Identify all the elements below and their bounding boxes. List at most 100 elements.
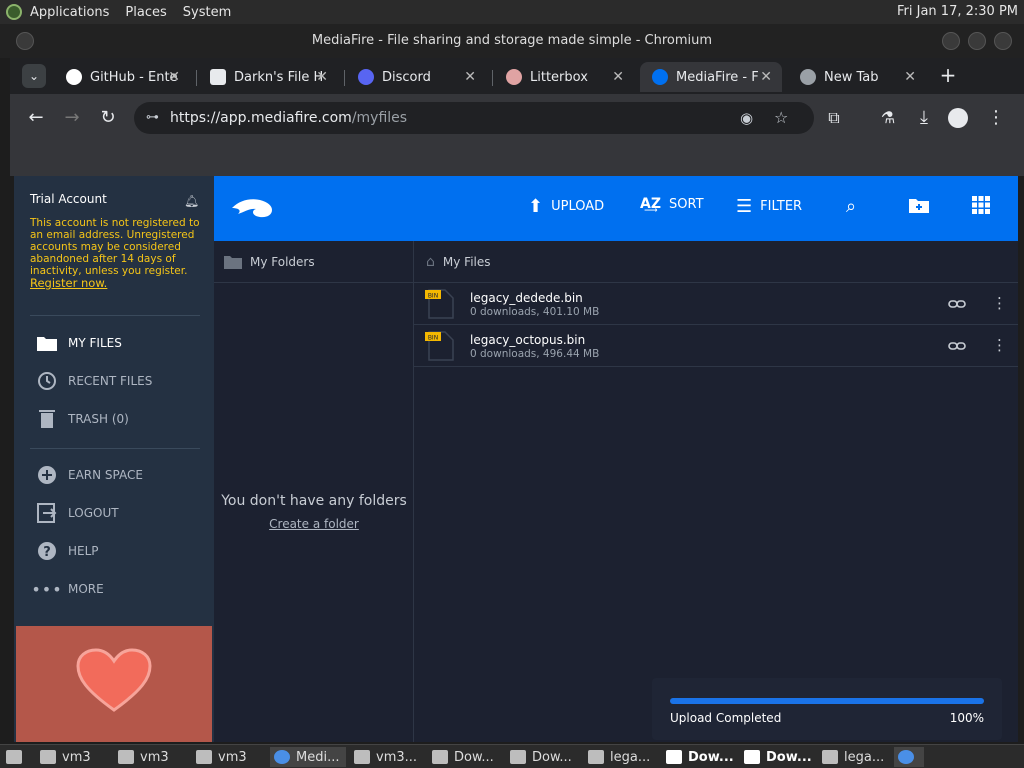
tab-github[interactable]: GitHub - Ente ✕ <box>54 62 190 92</box>
tab-search-chevron-icon[interactable]: ⌄ <box>22 64 46 88</box>
svg-text:BIN: BIN <box>428 335 438 342</box>
bell-icon[interactable]: 🔔︎ <box>184 194 199 208</box>
mediafire-logo-icon[interactable] <box>230 194 274 222</box>
download-box-icon <box>210 69 226 85</box>
litterbox-icon <box>506 69 522 85</box>
close-icon[interactable]: ✕ <box>168 69 180 85</box>
new-tab-plus-icon[interactable]: + <box>936 63 960 87</box>
nav-my-files[interactable]: MY FILES <box>36 332 122 354</box>
nav-more[interactable]: ••• MORE <box>31 578 103 600</box>
taskbar-chromium-icon[interactable] <box>894 747 924 767</box>
kebab-menu-icon[interactable]: ⋮ <box>992 336 1007 354</box>
file-name[interactable]: legacy_dedede.bin <box>470 291 583 305</box>
file-row[interactable]: BIN legacy_octopus.bin 0 downloads, 496.… <box>414 325 1018 367</box>
address-bar[interactable]: ⊶ https://app.mediafire.com/myfiles ◉ ☆ <box>134 102 814 134</box>
create-folder-link[interactable]: Create a folder <box>214 517 414 531</box>
taskbar-item[interactable]: vm3 <box>192 747 264 767</box>
tab-mediafire[interactable]: MediaFire - F ✕ <box>640 62 782 92</box>
folders-panel: My Folders You don't have any folders Cr… <box>214 241 414 742</box>
close-icon[interactable]: ✕ <box>612 69 624 85</box>
nav-earn-space[interactable]: EARN SPACE <box>36 464 143 486</box>
chromium-icon <box>274 750 290 764</box>
mediafire-page: Trial Account 🔔︎ This account is not reg… <box>14 176 1018 742</box>
system-menu[interactable]: System <box>183 5 231 20</box>
extensions-puzzle-icon[interactable]: ⧉ <box>822 106 846 130</box>
grid-view-icon[interactable] <box>972 196 990 214</box>
forward-arrow-icon[interactable]: → <box>60 106 84 130</box>
nav-recent-files[interactable]: RECENT FILES <box>36 370 152 392</box>
tab-litterbox[interactable]: Litterbox ✕ <box>494 62 634 92</box>
upload-status-panel[interactable]: Upload Completed 100% <box>652 678 1002 740</box>
close-window-icon[interactable] <box>994 32 1012 50</box>
taskbar-item[interactable]: vm3... <box>350 747 422 767</box>
taskbar-item[interactable]: Dow... <box>662 747 734 767</box>
new-folder-icon[interactable] <box>908 196 930 214</box>
close-icon[interactable]: ✕ <box>760 69 772 85</box>
eye-off-icon[interactable]: ◉ <box>740 102 753 134</box>
site-info-icon[interactable]: ⊶ <box>146 102 159 134</box>
close-icon[interactable]: ✕ <box>904 69 916 85</box>
mediafire-header: ⬆︎ UPLOAD A͢Z SORT ☰ FILTER ⌕ <box>214 176 1018 241</box>
link-icon[interactable] <box>948 295 966 313</box>
upload-status-label: Upload Completed <box>670 711 782 725</box>
window-title: MediaFire - File sharing and storage mad… <box>311 33 713 48</box>
files-header: ⌂ My Files <box>414 241 1018 283</box>
help-icon: ? <box>36 540 58 562</box>
window-menu-icon[interactable] <box>16 32 34 50</box>
nav-trash[interactable]: TRASH (0) <box>36 408 129 430</box>
discord-icon <box>358 69 374 85</box>
folder-icon <box>224 255 242 269</box>
file-meta: 0 downloads, 496.44 MB <box>470 348 600 360</box>
reload-icon[interactable]: ↻ <box>96 106 120 130</box>
kebab-menu-icon[interactable]: ⋮ <box>984 106 1008 130</box>
logout-icon <box>36 502 58 524</box>
github-icon <box>66 69 82 85</box>
promo-heart-banner[interactable] <box>16 626 212 742</box>
tab-darkn-file-host[interactable]: Darkn's File H ✕ <box>198 62 338 92</box>
taskbar-item[interactable]: lega... <box>584 747 656 767</box>
upload-button[interactable]: ⬆︎ UPLOAD <box>528 196 604 217</box>
labs-flask-icon[interactable]: ⚗ <box>876 106 900 130</box>
home-icon[interactable]: ⌂ <box>426 254 435 270</box>
places-menu[interactable]: Places <box>125 5 166 20</box>
profile-avatar-icon[interactable] <box>948 108 968 128</box>
tab-discord[interactable]: Discord ✕ <box>346 62 486 92</box>
taskbar-item[interactable]: Dow... <box>428 747 500 767</box>
applications-menu[interactable]: Applications <box>30 5 109 20</box>
clock[interactable]: Fri Jan 17, 2:30 PM <box>897 4 1018 19</box>
bookmark-star-icon[interactable]: ☆ <box>774 102 788 134</box>
unregistered-warning: This account is not registered to an ema… <box>30 217 200 290</box>
close-icon[interactable]: ✕ <box>316 69 328 85</box>
file-name[interactable]: legacy_octopus.bin <box>470 333 585 347</box>
back-arrow-icon[interactable]: ← <box>24 106 48 130</box>
close-icon[interactable]: ✕ <box>464 69 476 85</box>
upload-percent: 100% <box>949 711 984 725</box>
filter-button[interactable]: ☰ FILTER <box>736 196 802 217</box>
search-icon[interactable]: ⌕ <box>846 196 856 217</box>
sort-button[interactable]: A͢Z SORT <box>640 196 704 212</box>
link-icon[interactable] <box>948 337 966 355</box>
show-desktop-icon[interactable] <box>2 747 26 767</box>
upload-progress-fill <box>670 698 984 704</box>
taskbar-item[interactable]: lega... <box>818 747 890 767</box>
files-panel: ⌂ My Files BIN legacy_dedede.bin 0 downl… <box>414 241 1018 742</box>
taskbar-item[interactable]: Dow... <box>740 747 812 767</box>
kebab-menu-icon[interactable]: ⋮ <box>992 294 1007 312</box>
url-path: /myfiles <box>351 110 408 126</box>
taskbar-item[interactable]: vm3 <box>36 747 108 767</box>
file-row[interactable]: BIN legacy_dedede.bin 0 downloads, 401.1… <box>414 283 1018 325</box>
nav-help[interactable]: ? HELP <box>36 540 99 562</box>
nav-logout[interactable]: LOGOUT <box>36 502 119 524</box>
minimize-icon[interactable] <box>942 32 960 50</box>
taskbar-item[interactable]: vm3 <box>114 747 186 767</box>
taskbar-item[interactable]: Dow... <box>506 747 578 767</box>
gnome-foot-icon[interactable] <box>6 4 22 20</box>
taskbar-item-chromium[interactable]: Medi... <box>270 747 346 767</box>
top-panel: Applications Places System Fri Jan 17, 2… <box>0 0 1024 24</box>
register-now-link[interactable]: Register now. <box>30 276 107 290</box>
maximize-icon[interactable] <box>968 32 986 50</box>
tab-new-tab[interactable]: New Tab ✕ <box>788 62 926 92</box>
download-icon[interactable]: ⤓ <box>912 106 936 130</box>
trash-icon <box>36 408 58 430</box>
heart-icon <box>76 648 152 712</box>
